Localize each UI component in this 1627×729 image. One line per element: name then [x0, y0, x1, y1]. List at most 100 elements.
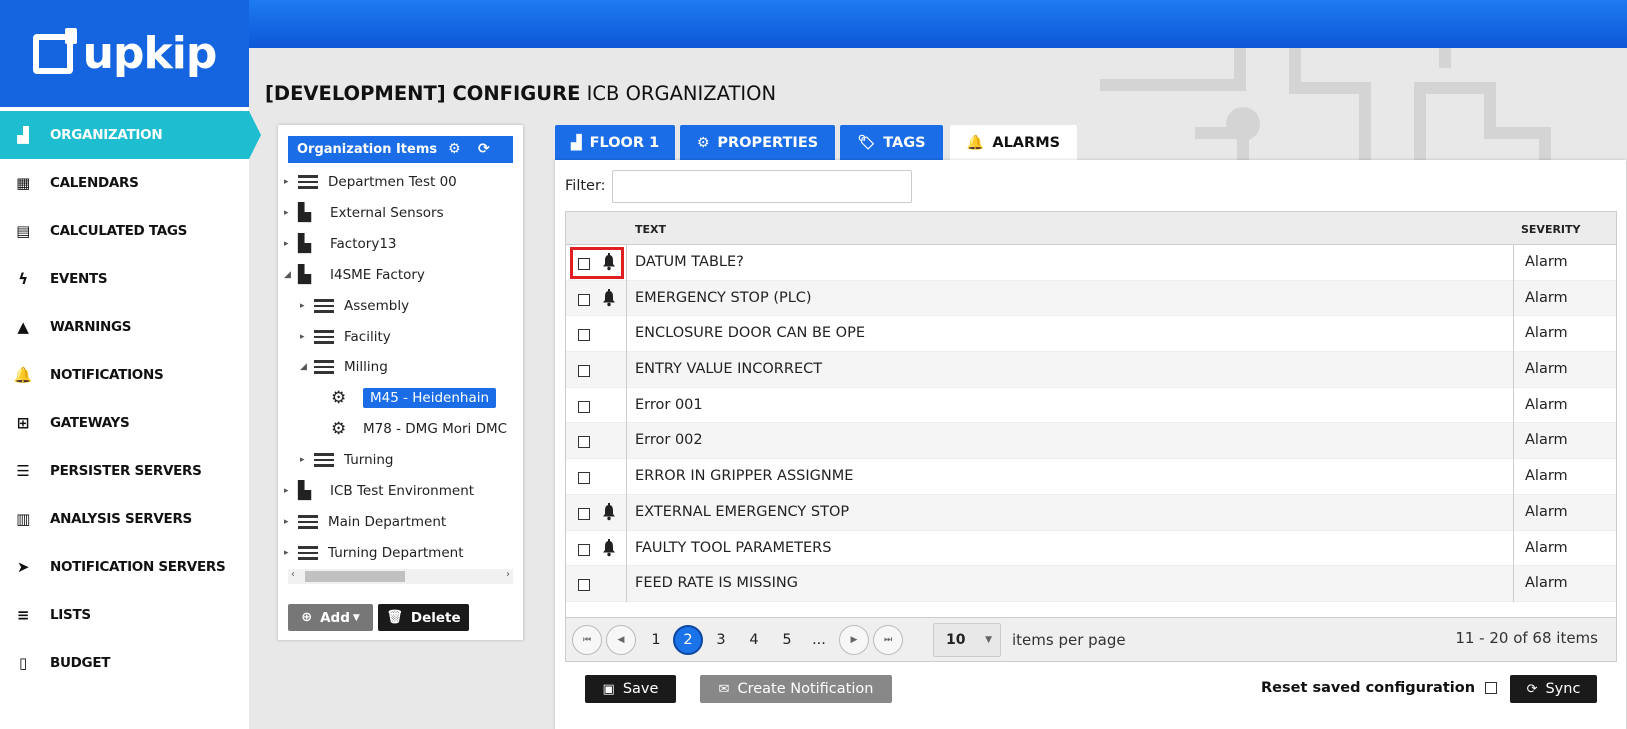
expand-arrow-icon[interactable]: ◢ — [300, 362, 314, 372]
tab-alarms[interactable]: 🔔 ALARMS — [950, 125, 1077, 161]
tree-item[interactable]: ⚙ M45 - Heidenhain — [331, 383, 497, 413]
table-row[interactable]: Error 002 Alarm — [566, 423, 1616, 460]
app-logo[interactable]: upkip — [0, 0, 249, 107]
table-row[interactable]: DATUM TABLE? Alarm — [566, 245, 1616, 281]
first-page-button[interactable]: ⏮ — [572, 625, 602, 655]
refresh-icon[interactable]: ⟳ — [478, 141, 490, 157]
tree-item[interactable]: ▸ Assembly — [300, 291, 409, 321]
tree-item[interactable]: ▸ Main Department — [284, 507, 446, 537]
row-checkbox[interactable] — [578, 507, 590, 520]
page-number-button[interactable]: 3 — [706, 625, 736, 655]
tree-item[interactable]: ▸ ▙ ICB Test Environment — [284, 476, 474, 506]
plus-circle-icon: ⊕ — [301, 610, 313, 625]
create-notification-button[interactable]: ✉ Create Notification — [700, 675, 892, 703]
table-row[interactable]: EXTERNAL EMERGENCY STOP Alarm — [566, 494, 1616, 531]
sidebar-item-label: NOTIFICATION SERVERS — [50, 559, 226, 575]
tree-item-label: M78 - DMG Mori DMC — [363, 421, 508, 438]
sidebar-item-notification-servers[interactable]: ➤ NOTIFICATION SERVERS — [0, 543, 249, 591]
scrollbar-thumb[interactable] — [305, 571, 405, 582]
expand-arrow-icon[interactable]: ▸ — [284, 517, 298, 527]
table-row[interactable]: ENTRY VALUE INCORRECT Alarm — [566, 352, 1616, 388]
page-number-button[interactable]: 1 — [641, 625, 671, 655]
reset-configuration-checkbox[interactable] — [1485, 682, 1497, 694]
column-header-severity[interactable]: SEVERITY — [1521, 223, 1581, 236]
tree-item[interactable]: ▸ Turning Department — [284, 538, 463, 568]
column-header-text[interactable]: TEXT — [635, 223, 666, 236]
sidebar-item-gateways[interactable]: ⊞ GATEWAYS — [0, 399, 249, 447]
page-number-button[interactable]: 2 — [673, 625, 703, 655]
tree-item[interactable]: ◢ Milling — [300, 352, 388, 382]
expand-arrow-icon[interactable]: ▸ — [300, 301, 314, 311]
expand-arrow-icon[interactable]: ▸ — [284, 239, 298, 249]
row-checkbox[interactable] — [578, 472, 590, 485]
row-checkbox[interactable] — [578, 400, 590, 413]
sync-button[interactable]: ⟳ Sync — [1510, 675, 1597, 703]
tab-floor-1[interactable]: ▟ FLOOR 1 — [555, 125, 675, 160]
tab-properties[interactable]: ⚙ PROPERTIES — [680, 125, 835, 160]
sidebar-item-label: ANALYSIS SERVERS — [50, 511, 192, 527]
expand-arrow-icon[interactable]: ▸ — [284, 548, 298, 558]
table-row[interactable]: FAULTY TOOL PARAMETERS Alarm — [566, 530, 1616, 567]
sidebar-item-budget[interactable]: ▯ BUDGET — [0, 639, 249, 687]
row-checkbox[interactable] — [578, 329, 590, 342]
expand-arrow-icon[interactable]: ▸ — [284, 486, 298, 496]
sidebar-item-analysis-servers[interactable]: ▥ ANALYSIS SERVERS — [0, 495, 249, 543]
sidebar-item-warnings[interactable]: ▲ WARNINGS — [0, 303, 249, 351]
row-checkbox[interactable] — [578, 258, 590, 270]
pager: ⏮ ◀ 1 2 3 4 5... ▶ ⏭ 10 ▼ items per page 11 -… — [566, 617, 1616, 661]
row-checkbox[interactable] — [578, 293, 590, 306]
table-row[interactable]: Error 001 Alarm — [566, 387, 1616, 424]
alarm-text: Error 002 — [635, 432, 703, 449]
alarm-severity: Alarm — [1513, 245, 1568, 281]
delete-button[interactable]: 🗑 Delete — [378, 604, 469, 631]
row-checkbox[interactable] — [578, 365, 590, 378]
row-checkbox[interactable] — [578, 579, 590, 592]
horizontal-scrollbar[interactable]: ‹ › — [288, 569, 513, 584]
tree-item[interactable]: ▸ ▙ Factory13 — [284, 229, 397, 259]
tree-item[interactable]: ▸ ▙ External Sensors — [284, 198, 444, 228]
tree-item[interactable]: ⚙ M78 - DMG Mori DMC — [331, 414, 507, 444]
sidebar-item-calculated-tags[interactable]: ▤ CALCULATED TAGS — [0, 207, 249, 255]
add-button[interactable]: ⊕ Add ▼ — [288, 604, 373, 631]
page-number-button[interactable]: 5 — [772, 625, 802, 655]
expand-arrow-icon[interactable]: ▸ — [284, 208, 298, 218]
tree-item[interactable]: ◢ ▙ I4SME Factory — [284, 260, 425, 290]
tree-item[interactable]: ▸ Departmen Test 00 — [284, 167, 457, 197]
filter-input[interactable] — [612, 170, 912, 203]
alarm-text: DATUM TABLE? — [635, 254, 744, 270]
expand-arrow-icon[interactable]: ▸ — [300, 455, 314, 465]
tab-tags[interactable]: 🏷 TAGS — [840, 125, 943, 160]
sidebar-item-label: CALCULATED TAGS — [50, 223, 188, 239]
sidebar-item-calendars[interactable]: ▦ CALENDARS — [0, 159, 249, 207]
scroll-left-icon[interactable]: ‹ — [291, 569, 295, 580]
expand-arrow-icon[interactable]: ▸ — [284, 177, 298, 187]
previous-page-button[interactable]: ◀ — [606, 625, 636, 655]
expand-arrow-icon[interactable]: ▸ — [300, 332, 314, 342]
sidebar-item-lists[interactable]: ≡ LISTS — [0, 591, 249, 639]
sidebar-item-notifications[interactable]: 🔔 NOTIFICATIONS — [0, 351, 249, 399]
expand-arrow-icon[interactable]: ◢ — [284, 270, 298, 280]
page-number-button[interactable]: ... — [804, 625, 834, 655]
gear-icon[interactable]: ⚙ — [448, 141, 461, 157]
row-checkbox[interactable] — [578, 436, 590, 449]
scroll-right-icon[interactable]: › — [506, 569, 510, 580]
alarm-text: FEED RATE IS MISSING — [635, 575, 798, 592]
alarm-text: ENTRY VALUE INCORRECT — [635, 361, 823, 378]
sidebar-item-organization[interactable]: ▟ ORGANIZATION — [0, 111, 261, 159]
sidebar-item-events[interactable]: ϟ EVENTS — [0, 255, 249, 303]
table-row[interactable]: ENCLOSURE DOOR CAN BE OPE Alarm — [566, 316, 1616, 353]
save-button[interactable]: ▣ Save — [585, 675, 676, 703]
table-row[interactable]: EMERGENCY STOP (PLC) Alarm — [566, 280, 1616, 317]
table-row[interactable]: FEED RATE IS MISSING Alarm — [566, 566, 1616, 602]
next-page-button[interactable]: ▶ — [839, 625, 869, 655]
table-row[interactable]: ERROR IN GRIPPER ASSIGNME Alarm — [566, 459, 1616, 495]
building-icon: ▙ — [298, 202, 312, 223]
tree-item[interactable]: ▸ Turning — [300, 445, 394, 475]
tree-item[interactable]: ▸ Facility — [300, 322, 391, 352]
page-number-button[interactable]: 4 — [739, 625, 769, 655]
last-page-button[interactable]: ⏭ — [873, 625, 903, 655]
sidebar-item-persister-servers[interactable]: ☰ PERSISTER SERVERS — [0, 447, 249, 495]
row-checkbox[interactable] — [578, 543, 590, 556]
gear-icon: ⚙ — [331, 388, 347, 409]
items-per-page-select[interactable]: 10 ▼ — [933, 623, 1001, 657]
